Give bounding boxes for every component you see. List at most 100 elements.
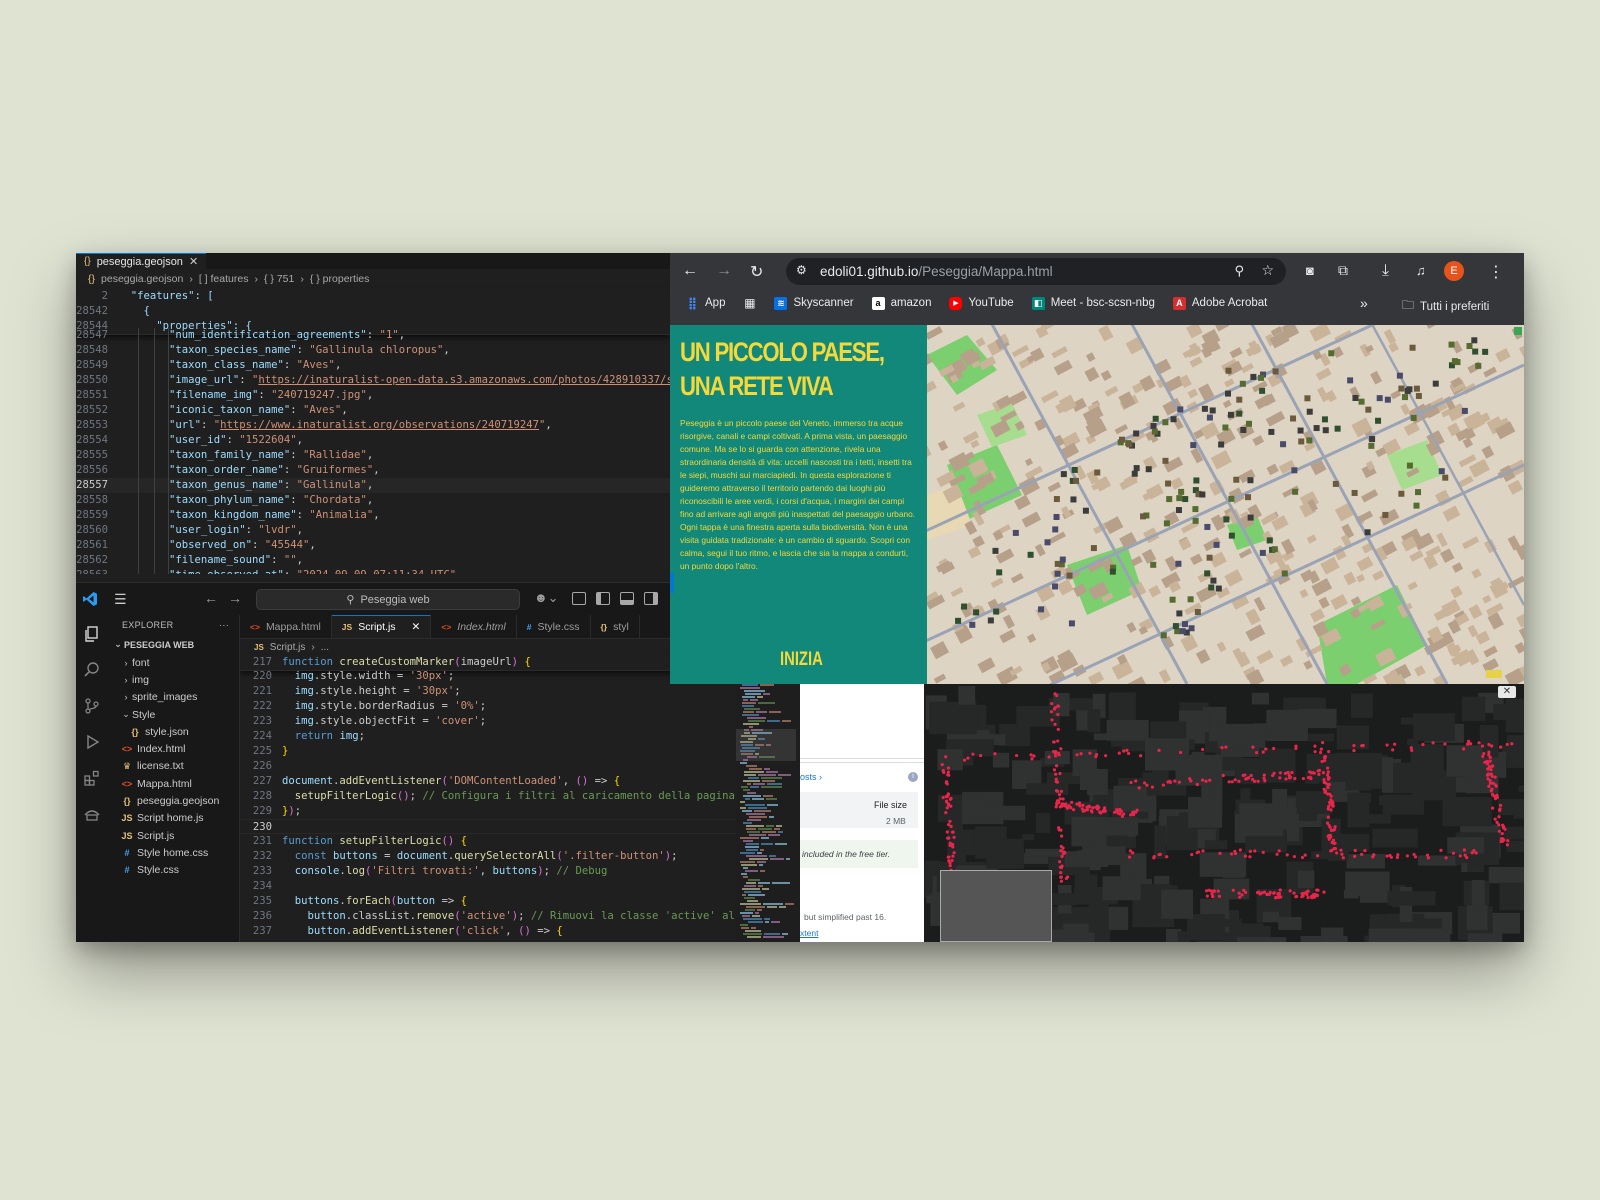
- reload-icon[interactable]: ↻: [750, 262, 763, 282]
- tree-item-sprite-images[interactable]: › sprite_images: [108, 689, 239, 706]
- code-line[interactable]: 28559 "taxon_kingdom_name": "Animalia",: [76, 508, 670, 523]
- code-line[interactable]: 28561 "observed_on": "45544",: [76, 538, 670, 553]
- map-attribution-badge[interactable]: [1486, 670, 1502, 678]
- chrome-menu-icon[interactable]: ⋮: [1488, 262, 1504, 282]
- breadcrumb-file[interactable]: Script.js: [270, 642, 306, 653]
- tree-item-img[interactable]: › img: [108, 671, 239, 688]
- more-actions-icon[interactable]: ···: [219, 620, 229, 630]
- bookmark-amazon[interactable]: a amazon: [871, 296, 931, 310]
- code-line[interactable]: 229});: [240, 804, 736, 819]
- profile-avatar[interactable]: E: [1444, 261, 1464, 281]
- more-bookmarks-icon[interactable]: »: [1360, 295, 1368, 311]
- extensions-icon[interactable]: [83, 769, 101, 787]
- root-folder[interactable]: ⌄ PESEGGIA WEB: [108, 635, 239, 654]
- forward-arrow-icon[interactable]: →: [228, 590, 242, 606]
- code-area[interactable]: 220 img.style.width = '30px'; 221 img.sty…: [240, 669, 736, 939]
- tree-item-index-html[interactable]: <> Index.html: [108, 740, 239, 757]
- code-line[interactable]: 224 return img;: [240, 729, 736, 744]
- address-bar[interactable]: ⚙ edoli01.github.io/Peseggia/Mappa.html …: [786, 258, 1286, 285]
- sticky-line[interactable]: 2 "features": [: [76, 289, 670, 304]
- code-line[interactable]: 220 img.style.width = '30px';: [240, 669, 736, 684]
- tree-item-license-txt[interactable]: ♛ license.txt: [108, 758, 239, 775]
- code-line[interactable]: 28552 "iconic_taxon_name": "Aves",: [76, 403, 670, 418]
- code-line[interactable]: 28557 "taxon_genus_name": "Gallinula",: [76, 478, 670, 493]
- command-center-search[interactable]: ⚲ Peseggia web: [256, 589, 520, 610]
- code-line[interactable]: 228 setupFilterLogic(); // Configura i f…: [240, 789, 736, 804]
- tree-item-style[interactable]: ⌄ Style: [108, 706, 239, 723]
- tab-style-css[interactable]: # Style.css: [517, 615, 591, 638]
- code-line[interactable]: 28551 "filename_img": "240719247.jpg",: [76, 388, 670, 403]
- zoom-icon[interactable]: ⚲: [1234, 263, 1244, 279]
- camera-icon[interactable]: ◙: [1306, 263, 1314, 278]
- menu-icon[interactable]: ☰: [114, 591, 127, 608]
- sticky-line[interactable]: 28542 {: [76, 304, 670, 319]
- map-control-icon[interactable]: [1514, 327, 1522, 335]
- toggle-primary-sidebar-icon[interactable]: [596, 592, 610, 605]
- code-line[interactable]: 28549 "taxon_class_name": "Aves",: [76, 358, 670, 373]
- breadcrumb-properties[interactable]: { } properties: [310, 273, 370, 285]
- bookmark-app[interactable]: ⣿ App: [686, 296, 726, 310]
- code-area[interactable]: 28547 "num_identification_agreements": "…: [76, 328, 670, 574]
- minimap[interactable]: [736, 673, 806, 942]
- tree-item-style-css[interactable]: # Style.css: [108, 862, 239, 879]
- back-arrow-icon[interactable]: ←: [204, 590, 218, 606]
- all-bookmarks-folder[interactable]: 🗀 Tutti i preferiti: [1402, 296, 1489, 317]
- breadcrumb-features[interactable]: [ ] features: [199, 273, 249, 285]
- code-line[interactable]: 28555 "taxon_family_name": "Rallidae",: [76, 448, 670, 463]
- breadcrumb-file[interactable]: peseggia.geojson: [101, 273, 183, 285]
- code-line[interactable]: 28554 "user_id": "1522604",: [76, 433, 670, 448]
- tree-item-script-js[interactable]: JS Script.js: [108, 827, 239, 844]
- tree-item-style-home-css[interactable]: # Style home.css: [108, 844, 239, 861]
- code-line[interactable]: 237 button.addEventListener('click', () …: [240, 924, 736, 939]
- tab-mappa-html[interactable]: <> Mappa.html: [240, 615, 332, 638]
- code-line[interactable]: 233 console.log('Filtri trovati:', butto…: [240, 864, 736, 879]
- sticky-line[interactable]: 217 function createCustomMarker(imageUrl)…: [240, 655, 736, 670]
- bookmark-youtube[interactable]: ▶ YouTube: [949, 296, 1014, 310]
- code-line[interactable]: 225}: [240, 744, 736, 759]
- code-line[interactable]: 28548 "taxon_species_name": "Gallinula c…: [76, 343, 670, 358]
- tab-script-js[interactable]: JS Script.js ✕: [331, 615, 432, 638]
- code-line[interactable]: 227 document.addEventListener('DOMContent…: [240, 774, 736, 789]
- tree-item-font[interactable]: › font: [108, 654, 239, 671]
- copilot-icon[interactable]: ☻⌄: [534, 590, 559, 606]
- tree-item-style-json[interactable]: {} style.json: [108, 723, 239, 740]
- code-line[interactable]: 232 const buttons = document.querySelect…: [240, 849, 736, 864]
- code-line[interactable]: 28547 "num_identification_agreements": "…: [76, 328, 670, 343]
- breadcrumb-ellipsis[interactable]: ...: [321, 642, 329, 653]
- toggle-secondary-sidebar-icon[interactable]: [644, 592, 658, 605]
- download-icon[interactable]: ⤓: [1382, 262, 1389, 280]
- code-line[interactable]: 234: [240, 879, 736, 894]
- tab-index-html[interactable]: <> Index.html: [431, 615, 517, 638]
- toggle-panel-icon[interactable]: [620, 592, 634, 605]
- code-line[interactable]: 222 img.style.borderRadius = '0%';: [240, 699, 736, 714]
- code-line[interactable]: 28556 "taxon_order_name": "Gruiformes",: [76, 463, 670, 478]
- code-line[interactable]: 230: [240, 819, 736, 834]
- tree-item-mappa-html[interactable]: <> Mappa.html: [108, 775, 239, 792]
- tree-item-peseggia-geojson[interactable]: {} peseggia.geojson: [108, 792, 239, 809]
- remote-explorer-icon[interactable]: [83, 805, 101, 823]
- minimap-slider[interactable]: [736, 729, 796, 761]
- run-debug-icon[interactable]: [83, 733, 101, 751]
- site-info-icon[interactable]: ⚙: [796, 263, 807, 277]
- minimap-thumbnail[interactable]: [940, 870, 1052, 942]
- 3d-map[interactable]: [927, 325, 1524, 684]
- code-line[interactable]: 28553 "url": "https://www.inaturalist.or…: [76, 418, 670, 433]
- extensions-icon[interactable]: ⧉: [1338, 262, 1348, 279]
- code-line[interactable]: 28550 "image_url": "https://inaturalist-…: [76, 373, 670, 388]
- code-line[interactable]: 28563 "time_observed_at": "2024-09-09 07…: [76, 568, 670, 574]
- tree-item-script-home-js[interactable]: JS Script home.js: [108, 810, 239, 827]
- bookmark-star-icon[interactable]: ☆: [1261, 262, 1274, 279]
- map-canvas[interactable]: [927, 325, 1524, 684]
- code-line[interactable]: 28558 "taxon_phylum_name": "Chordata",: [76, 493, 670, 508]
- source-control-icon[interactable]: [83, 697, 101, 715]
- bookmark-tab-groups[interactable]: ▦: [743, 296, 756, 310]
- posts-link[interactable]: osts ›: [800, 772, 822, 782]
- tab-peseggia-geojson[interactable]: {} peseggia.geojson ✕: [76, 253, 207, 269]
- start-button[interactable]: INIZIA: [780, 649, 823, 671]
- code-line[interactable]: 236 button.classList.remove('active'); /…: [240, 909, 736, 924]
- media-control-icon[interactable]: ♫: [1416, 263, 1426, 278]
- close-icon[interactable]: ✕: [412, 621, 421, 633]
- explorer-icon[interactable]: [83, 625, 101, 643]
- code-line[interactable]: 28560 "user_login": "lvdr",: [76, 523, 670, 538]
- customize-layout-icon[interactable]: [572, 592, 586, 605]
